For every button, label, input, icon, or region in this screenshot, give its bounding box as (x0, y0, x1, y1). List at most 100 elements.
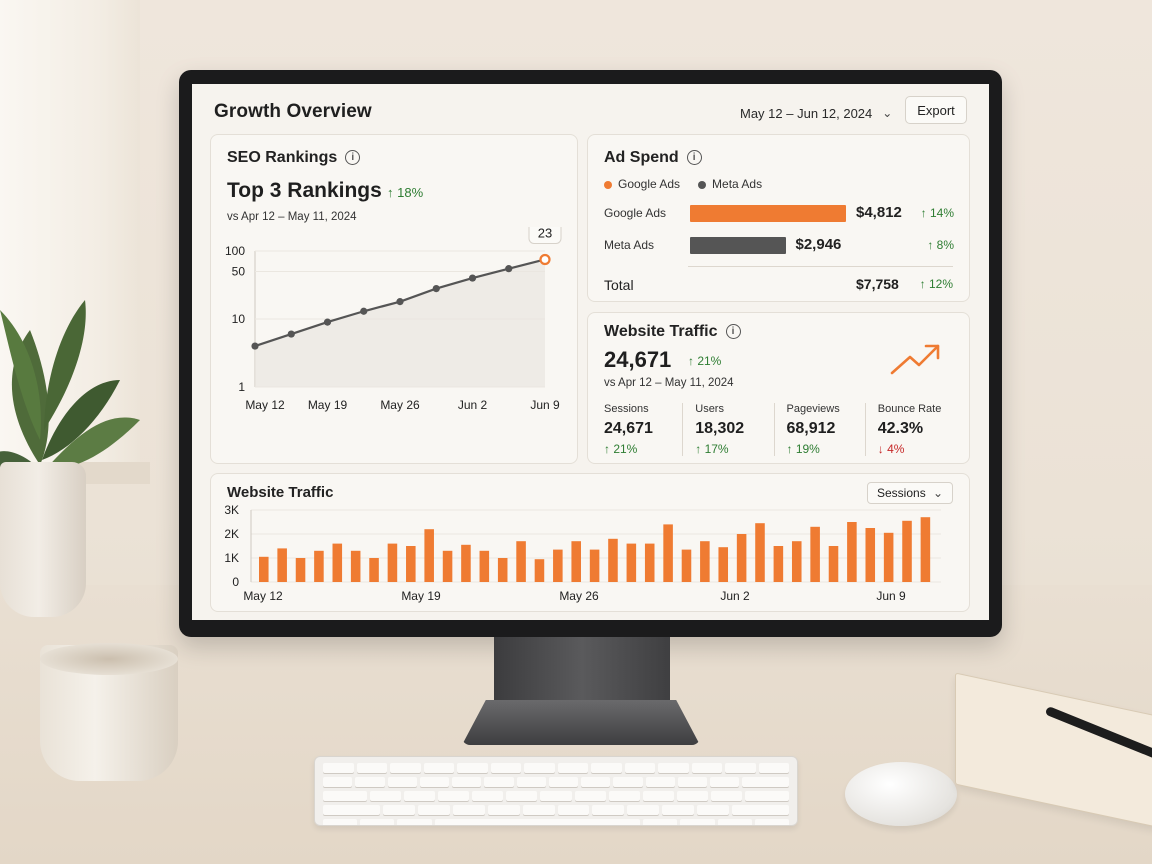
traffic-bar (773, 546, 784, 582)
trending-up-icon (890, 344, 940, 375)
page-title: Growth Overview (214, 101, 372, 122)
legend-dot (604, 180, 612, 189)
legend-dot (698, 180, 707, 189)
plant-pot (0, 462, 86, 617)
traffic-bar (920, 517, 931, 582)
data-point (396, 298, 404, 306)
y-tick-label: 50 (232, 264, 246, 278)
stat-delta: ↓ 4% (877, 442, 905, 456)
seo-rankings-card: SEO Rankings i Top 3 Rankings ↑ 18% vs Ap… (210, 134, 578, 464)
traffic-comparison: vs Apr 12 – May 11, 2024 (604, 377, 734, 389)
x-tick-label: Jun 2 (720, 589, 750, 603)
traffic-bar (847, 522, 857, 582)
traffic-value: 24,671 (604, 347, 672, 372)
traffic-bar (516, 541, 526, 582)
stat-users: Users 18,302 ↑ 17% (682, 403, 773, 456)
ad-total-delta: ↑ 12% (919, 277, 953, 291)
stat-label: Users (695, 403, 724, 415)
monitor: Growth Overview May 12 – Jun 12, 2024 ⌄ … (179, 70, 1002, 637)
info-icon[interactable]: i (725, 324, 741, 340)
traffic-bar (406, 546, 416, 582)
ad-spend-title: Ad Spend (604, 149, 679, 166)
mouse (845, 762, 957, 826)
data-point (432, 284, 440, 293)
traffic-bar (663, 524, 673, 582)
stat-label: Pageviews (786, 403, 840, 415)
traffic-bar (828, 546, 839, 582)
stat-bounce-rate: Bounce Rate 42.3% ↓ 4% (864, 403, 956, 456)
ad-row-delta: ↑ 14% (920, 206, 954, 220)
seo-line-chart: 100 50 10 1 23 May 12 May 19 May 26 Jun 2 Jun 9 (225, 227, 562, 412)
traffic-bar (571, 541, 581, 582)
info-icon[interactable]: i (686, 150, 702, 166)
dashboard-screen: Growth Overview May 12 – Jun 12, 2024 ⌄ … (192, 84, 989, 620)
traffic-delta: ↑ 21% (688, 354, 722, 368)
traffic-bar (442, 550, 453, 582)
data-point (323, 318, 332, 326)
x-tick-label: May 26 (380, 398, 420, 412)
date-range-label: May 12 – Jun 12, 2024 (740, 105, 873, 121)
stat-value: 24,671 (604, 420, 653, 437)
seo-comparison: vs Apr 12 – May 11, 2024 (227, 211, 357, 223)
google-ads-bar (690, 205, 846, 222)
chevron-down-icon: ⌄ (932, 486, 943, 500)
stat-pageviews: Pageviews 68,912 ↑ 19% (773, 403, 865, 456)
legend-google: Google Ads (604, 177, 680, 191)
y-tick-label: 2K (224, 527, 239, 541)
traffic-bar (608, 538, 618, 582)
coffee-mug-rim (40, 643, 178, 675)
chevron-down-icon: ⌄ (882, 106, 893, 120)
x-tick-label: May 26 (559, 589, 599, 603)
traffic-bar (277, 548, 287, 582)
website-traffic-card: Website Traffic i 24,671 ↑ 21% vs Apr 12 … (587, 312, 970, 464)
data-point (360, 307, 368, 315)
y-tick-label: 0 (232, 575, 239, 589)
x-tick-label: Jun 2 (458, 398, 488, 412)
info-icon[interactable]: i (345, 150, 361, 166)
stat-delta: ↑ 17% (695, 442, 729, 456)
area-fill (255, 259, 545, 387)
seo-delta: ↑ 18% (387, 185, 424, 200)
ad-spend-card: Ad Spend i Google Ads Meta Ads Google Ads… (587, 134, 970, 302)
export-button[interactable]: Export (905, 96, 967, 124)
metric-select[interactable]: Sessions ⌄ (867, 482, 953, 504)
divider (688, 266, 953, 267)
traffic-bar (626, 543, 637, 582)
traffic-bar (700, 541, 710, 582)
x-tick-label: Jun 9 (530, 398, 560, 412)
data-point (251, 342, 259, 350)
traffic-bar (314, 550, 324, 582)
traffic-bar (736, 534, 747, 582)
traffic-bar (644, 543, 655, 582)
traffic-stats: Sessions 24,671 ↑ 21% Users 18,302 ↑ 17%… (604, 403, 956, 456)
traffic-bar (424, 529, 434, 582)
traffic-bar (259, 556, 269, 582)
y-tick-label: 10 (232, 312, 246, 326)
traffic-bar (387, 543, 398, 582)
traffic-bar (479, 550, 490, 582)
y-tick-label: 1K (224, 551, 239, 565)
monitor-stand (494, 637, 670, 705)
ad-row-delta: ↑ 8% (927, 238, 954, 252)
x-tick-label: May 12 (243, 589, 283, 603)
traffic-chart-title: Website Traffic (227, 484, 334, 501)
traffic-bar (332, 543, 343, 582)
traffic-bar (589, 549, 600, 582)
date-range-picker[interactable]: May 12 – Jun 12, 2024 ⌄ (740, 102, 892, 124)
stat-label: Sessions (604, 403, 649, 415)
traffic-bar (902, 520, 912, 582)
traffic-bar (553, 549, 563, 582)
traffic-bar (369, 558, 379, 582)
traffic-bar (810, 526, 820, 582)
callout-label: 23 (538, 227, 552, 240)
data-point (468, 274, 477, 282)
ad-spend-legend: Google Ads Meta Ads (604, 177, 762, 191)
x-tick-label: May 19 (308, 398, 348, 412)
ad-row-google: Google Ads $4,812 ↑ 14% (604, 203, 954, 225)
y-tick-label: 100 (225, 244, 245, 258)
stat-value: 68,912 (786, 420, 836, 437)
data-point-highlight (539, 253, 551, 266)
seo-card-title: SEO Rankings (227, 149, 338, 166)
x-tick-label: May 19 (401, 589, 441, 603)
website-traffic-title: Website Traffic (604, 323, 718, 340)
